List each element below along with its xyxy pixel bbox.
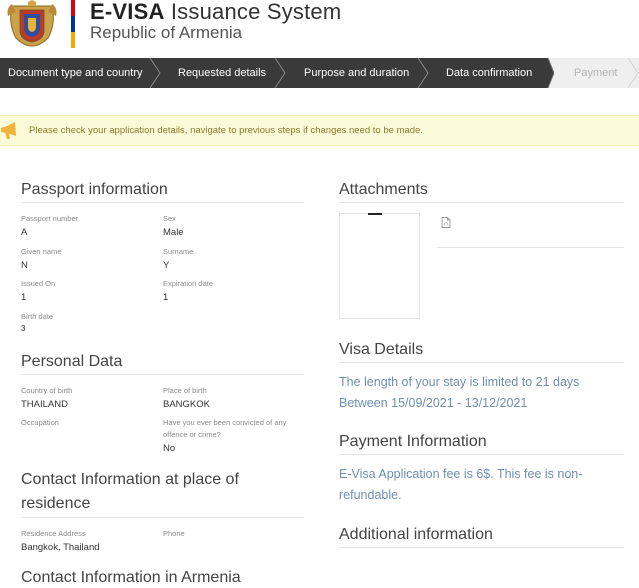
- flag-orange-band: [71, 32, 75, 48]
- country-of-birth-label: Country of birth: [21, 386, 73, 395]
- visa-date-range-text: Between 15/09/2021 - 13/12/2021: [339, 396, 528, 410]
- attachment-file-row-divider: [437, 247, 624, 248]
- attachment-thumbnail[interactable]: [339, 213, 420, 319]
- residence-address-value: Bangkok, Thailand: [21, 542, 100, 553]
- notice-text: Please check your application details, n…: [29, 125, 423, 136]
- issued-on-value: 1: [21, 292, 27, 303]
- issued-on-label: Issued On: [21, 279, 56, 288]
- expiration-date-value: 1: [163, 292, 169, 303]
- contact-residence-title-line1: Contact Information at place of: [21, 471, 239, 488]
- app-title: E-VISA Issuance System: [90, 0, 341, 24]
- place-of-birth-label: Place of birth: [163, 386, 207, 395]
- payment-fee-text-line2: refundable.: [339, 488, 402, 502]
- sex-value: Male: [163, 227, 184, 238]
- section-divider: [21, 202, 304, 203]
- expiration-date-label: Expiration date: [163, 279, 214, 288]
- section-divider: [339, 547, 624, 548]
- section-divider: [21, 517, 304, 518]
- app-subtitle: Republic of Armenia: [90, 23, 243, 42]
- info-notice: Please check your application details, n…: [0, 115, 639, 146]
- app-title-rest: Issuance System: [164, 0, 342, 24]
- place-of-birth-value: BANGKOK: [163, 399, 210, 410]
- personal-data-title: Personal Data: [21, 353, 123, 370]
- given-name-value: N: [21, 260, 28, 271]
- convicted-label-line1: Have you ever been convicted of any: [163, 418, 287, 427]
- section-divider: [339, 454, 624, 455]
- visa-details-title: Visa Details: [339, 341, 424, 358]
- payment-fee-text-line1: E-Visa Application fee is 6$. This fee i…: [339, 467, 583, 481]
- step-requested-details[interactable]: Requested details: [178, 58, 266, 88]
- page-header: E-VISA Issuance System Republic of Armen…: [0, 0, 639, 58]
- country-of-birth-value: THAILAND: [21, 399, 68, 410]
- sex-label: Sex: [163, 214, 176, 223]
- armenia-coat-of-arms-logo: [7, 0, 57, 47]
- surname-label: Surname: [163, 247, 194, 256]
- passport-number-value: A: [21, 227, 28, 238]
- step-document-type[interactable]: Document type and country: [8, 58, 143, 88]
- step-purpose-duration[interactable]: Purpose and duration: [304, 58, 409, 88]
- section-divider: [339, 202, 624, 203]
- occupation-label: Occupation: [21, 418, 59, 427]
- app-title-bold: E-VISA: [90, 0, 165, 24]
- payment-info-title: Payment Information: [339, 433, 487, 450]
- given-name-label: Given name: [21, 247, 62, 256]
- passport-number-label: Passport number: [21, 214, 79, 223]
- visa-stay-limit-text: The length of your stay is limited to 21…: [339, 375, 580, 389]
- flag-blue-band: [71, 16, 75, 32]
- step-separator-icon: [540, 58, 554, 88]
- contact-residence-title-line2: residence: [21, 495, 91, 512]
- flag-red-band: [71, 0, 75, 16]
- step-separator-icon: [149, 58, 161, 88]
- surname-value: Y: [163, 260, 170, 271]
- step-separator-icon: [417, 58, 429, 88]
- birth-date-value: 3: [21, 324, 26, 333]
- step-separator-icon: [274, 58, 286, 88]
- pdf-file-icon[interactable]: [441, 217, 451, 228]
- convicted-label-line2: offence or crime?: [163, 430, 221, 439]
- armenia-flag-stripe: [71, 0, 75, 48]
- additional-info-title: Additional information: [339, 526, 493, 543]
- passport-section-title: Passport information: [21, 181, 168, 198]
- phone-label: Phone: [163, 529, 185, 538]
- convicted-value: No: [163, 443, 176, 454]
- birth-date-label: Birth date: [21, 312, 54, 321]
- step-data-confirmation[interactable]: Data confirmation: [446, 58, 532, 88]
- wizard-steps: Document type and country Requested deta…: [0, 58, 639, 88]
- contact-armenia-title: Contact Information in Armenia: [21, 569, 241, 586]
- section-divider: [339, 362, 624, 363]
- residence-address-label: Residence Address: [21, 529, 86, 538]
- section-divider: [21, 374, 304, 375]
- attachments-title: Attachments: [339, 181, 428, 198]
- step-separator-icon: [627, 58, 639, 88]
- step-payment: Payment: [574, 67, 618, 79]
- megaphone-icon: [1, 122, 16, 139]
- attachment-thumbnail-mark: [368, 213, 382, 215]
